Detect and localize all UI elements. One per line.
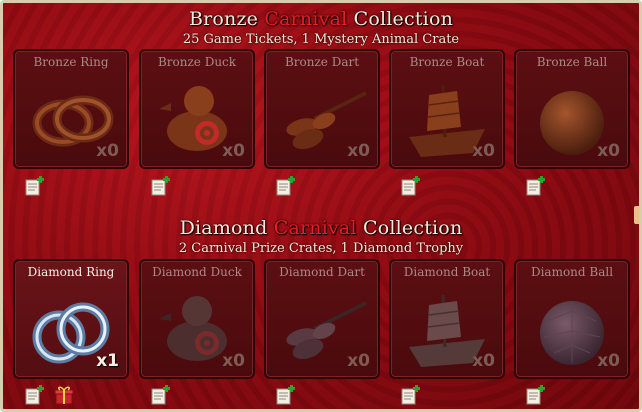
item-count: x0	[222, 351, 245, 371]
item-name: Diamond Ring	[27, 265, 115, 279]
item-name: Bronze Duck	[157, 55, 237, 69]
scroll-plus-icon[interactable]	[23, 176, 45, 198]
item-count: x0	[472, 351, 495, 371]
item-card-diamond-boat[interactable]: Diamond Boat x0	[389, 259, 505, 379]
scroll-plus-icon[interactable]	[524, 385, 546, 407]
bronze-collection-title: Bronze Carnival Collection	[188, 8, 454, 30]
item-count: x0	[597, 141, 620, 161]
item-name: Diamond Dart	[279, 265, 365, 279]
item-count: x0	[472, 141, 495, 161]
item-card-diamond-ball[interactable]: Diamond Ball x0	[514, 259, 630, 379]
bronze-collection-reward: 25 Game Tickets, 1 Mystery Animal Crate	[182, 32, 460, 47]
diamond-collection-title: Diamond Carnival Collection	[179, 217, 463, 239]
bronze-collection: Bronze Carnival Collection 25 Game Ticke…	[3, 3, 639, 203]
scroll-plus-icon[interactable]	[149, 176, 171, 198]
item-count: x0	[96, 141, 119, 161]
scroll-plus-icon[interactable]	[274, 385, 296, 407]
item-name: Bronze Ring	[33, 55, 109, 69]
collections-panel: Bronze Carnival Collection 25 Game Ticke…	[0, 0, 642, 412]
item-card-bronze-boat[interactable]: Bronze Boat x0	[389, 49, 505, 169]
item-count: x1	[96, 351, 119, 371]
item-count: x0	[597, 351, 620, 371]
diamond-collection: Diamond Carnival Collection 2 Carnival P…	[3, 213, 639, 409]
scroll-plus-icon[interactable]	[149, 385, 171, 407]
item-name: Bronze Boat	[409, 55, 485, 69]
scroll-plus-icon[interactable]	[23, 385, 45, 407]
side-tab-handle[interactable]	[634, 206, 639, 224]
item-card-bronze-ring[interactable]: Bronze Ring x0	[13, 49, 129, 169]
item-name: Bronze Ball	[536, 55, 608, 69]
item-card-bronze-dart[interactable]: Bronze Dart x0	[264, 49, 380, 169]
item-count: x0	[347, 141, 370, 161]
scroll-plus-icon[interactable]	[399, 176, 421, 198]
item-card-diamond-ring[interactable]: Diamond Ring x1	[13, 259, 129, 379]
scroll-plus-icon[interactable]	[399, 385, 421, 407]
item-name: Bronze Dart	[284, 55, 360, 69]
item-count: x0	[347, 351, 370, 371]
item-count: x0	[222, 141, 245, 161]
scroll-plus-icon[interactable]	[524, 176, 546, 198]
item-name: Diamond Duck	[152, 265, 242, 279]
scroll-plus-icon[interactable]	[274, 176, 296, 198]
item-name: Diamond Boat	[403, 265, 491, 279]
item-card-diamond-dart[interactable]: Diamond Dart x0	[264, 259, 380, 379]
item-name: Diamond Ball	[530, 265, 614, 279]
item-card-diamond-duck[interactable]: Diamond Duck x0	[139, 259, 255, 379]
diamond-collection-reward: 2 Carnival Prize Crates, 1 Diamond Troph…	[178, 241, 464, 256]
item-card-bronze-duck[interactable]: Bronze Duck x0	[139, 49, 255, 169]
item-card-bronze-ball[interactable]: Bronze Ball x0	[514, 49, 630, 169]
gift-icon[interactable]	[54, 385, 74, 405]
